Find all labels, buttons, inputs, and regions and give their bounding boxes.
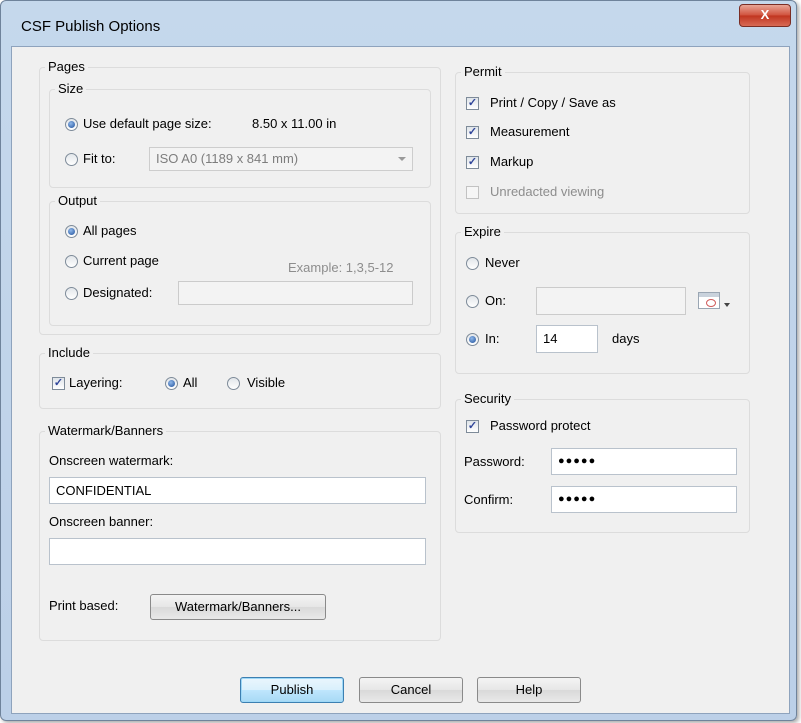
- watermark-banners-button[interactable]: Watermark/Banners...: [150, 594, 326, 620]
- designated-example-hint: Example: 1,3,5-12: [288, 260, 394, 275]
- default-size-radio[interactable]: [65, 118, 78, 131]
- fit-to-select[interactable]: ISO A0 (1189 x 841 mm): [149, 147, 413, 171]
- current-page-radio[interactable]: [65, 255, 78, 268]
- layering-checkbox[interactable]: ✓: [52, 377, 65, 390]
- measurement-label[interactable]: Measurement: [490, 124, 569, 140]
- expire-in-label[interactable]: In:: [485, 331, 499, 347]
- include-group-label: Include: [45, 345, 93, 360]
- default-size-label[interactable]: Use default page size:: [83, 116, 212, 132]
- print-based-label: Print based:: [49, 598, 119, 613]
- password-label: Password:: [464, 454, 525, 469]
- all-pages-label[interactable]: All pages: [83, 223, 136, 239]
- password-protect-checkbox[interactable]: ✓: [466, 420, 479, 433]
- dialog-body: Pages Size Use default page size: 8.50 x…: [11, 46, 790, 714]
- permit-group-label: Permit: [461, 64, 505, 79]
- designated-label[interactable]: Designated:: [83, 285, 152, 301]
- size-group: [49, 89, 431, 188]
- onscreen-banner-label: Onscreen banner:: [49, 514, 154, 529]
- dialog-title: CSF Publish Options: [21, 18, 161, 35]
- cancel-button[interactable]: Cancel: [359, 677, 463, 703]
- designated-radio[interactable]: [65, 287, 78, 300]
- print-copy-save-label[interactable]: Print / Copy / Save as: [490, 95, 616, 111]
- layering-label[interactable]: Layering:: [69, 375, 122, 391]
- fit-to-select-value: ISO A0 (1189 x 841 mm): [156, 151, 299, 166]
- expire-in-radio[interactable]: [466, 333, 479, 346]
- all-pages-radio[interactable]: [65, 225, 78, 238]
- expire-in-days-input[interactable]: 14: [536, 325, 598, 353]
- print-copy-save-checkbox[interactable]: ✓: [466, 97, 479, 110]
- expire-never-radio[interactable]: [466, 257, 479, 270]
- calendar-button[interactable]: [696, 289, 734, 313]
- title-bar[interactable]: CSF Publish Options X: [1, 1, 796, 45]
- fit-to-label[interactable]: Fit to:: [83, 151, 116, 167]
- onscreen-watermark-input[interactable]: CONFIDENTIAL: [49, 477, 426, 504]
- layering-visible-radio[interactable]: [227, 377, 240, 390]
- output-group-label: Output: [55, 193, 101, 208]
- close-button[interactable]: X: [739, 4, 791, 27]
- default-size-value: 8.50 x 11.00 in: [252, 116, 337, 131]
- unredacted-label[interactable]: Unredacted viewing: [490, 184, 604, 200]
- password-input[interactable]: ●●●●●: [551, 448, 737, 475]
- expire-group-label: Expire: [461, 224, 504, 239]
- onscreen-watermark-label: Onscreen watermark:: [49, 453, 174, 468]
- layering-visible-label[interactable]: Visible: [247, 375, 285, 391]
- markup-checkbox[interactable]: ✓: [466, 156, 479, 169]
- expire-on-date-input[interactable]: [536, 287, 686, 315]
- dialog-window: CSF Publish Options X Pages Size Use def…: [0, 0, 797, 721]
- calendar-icon: [698, 292, 720, 309]
- designated-pages-input[interactable]: [178, 281, 413, 305]
- days-label: days: [612, 331, 640, 346]
- confirm-label: Confirm:: [464, 492, 514, 507]
- unredacted-checkbox[interactable]: [466, 186, 479, 199]
- layering-all-label[interactable]: All: [183, 375, 197, 391]
- publish-button[interactable]: Publish: [240, 677, 344, 703]
- measurement-checkbox[interactable]: ✓: [466, 126, 479, 139]
- onscreen-banner-input[interactable]: [49, 538, 426, 565]
- help-button[interactable]: Help: [477, 677, 581, 703]
- current-page-label[interactable]: Current page: [83, 253, 159, 269]
- confirm-password-input[interactable]: ●●●●●: [551, 486, 737, 513]
- size-group-label: Size: [55, 81, 87, 96]
- fit-to-radio[interactable]: [65, 153, 78, 166]
- chevron-down-icon: [398, 157, 406, 161]
- watermark-group-label: Watermark/Banners: [45, 423, 167, 438]
- security-group-label: Security: [461, 391, 514, 406]
- expire-never-label[interactable]: Never: [485, 255, 520, 271]
- expire-on-radio[interactable]: [466, 295, 479, 308]
- expire-on-label[interactable]: On:: [485, 293, 506, 309]
- pages-group-label: Pages: [45, 59, 88, 74]
- layering-all-radio[interactable]: [165, 377, 178, 390]
- password-protect-label[interactable]: Password protect: [490, 418, 590, 434]
- markup-label[interactable]: Markup: [490, 154, 533, 170]
- chevron-down-icon: [724, 303, 730, 307]
